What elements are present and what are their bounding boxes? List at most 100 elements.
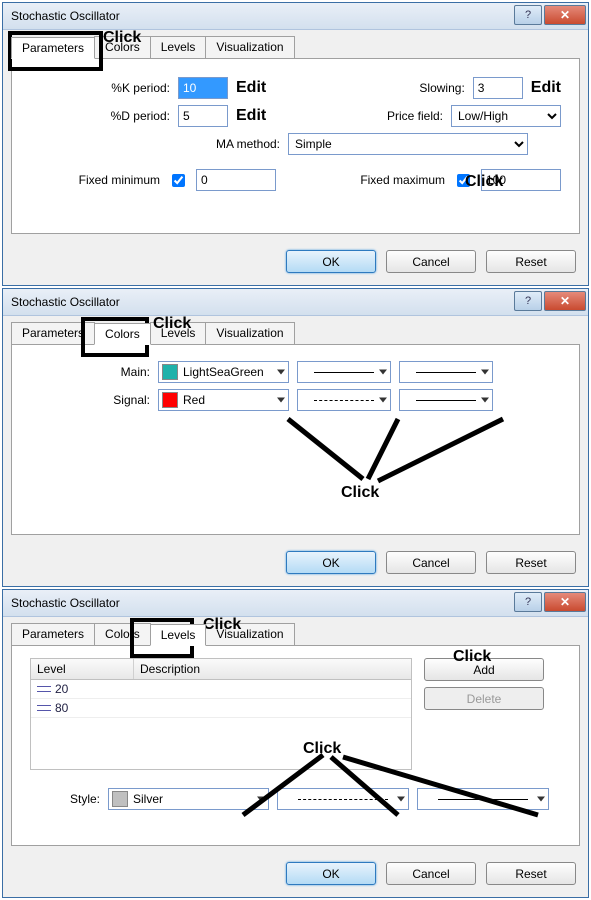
tab-bar: Parameters Colors Levels Visualization	[3, 617, 588, 645]
tab-parameters[interactable]: Parameters	[11, 37, 95, 59]
signal-color-name: Red	[183, 393, 205, 407]
dialog-parameters: Stochastic Oscillator ? ✕ Parameters Col…	[2, 2, 589, 286]
help-button[interactable]: ?	[514, 592, 542, 612]
level-line-icon	[37, 703, 51, 713]
help-button[interactable]: ?	[514, 5, 542, 25]
main-line-width-select[interactable]	[399, 361, 493, 383]
k-period-input[interactable]	[178, 77, 228, 99]
price-field-label: Price field:	[387, 109, 443, 123]
ok-button[interactable]: OK	[286, 551, 376, 574]
main-line-style-select[interactable]	[297, 361, 391, 383]
tab-levels[interactable]: Levels	[150, 322, 207, 344]
tab-bar: Parameters Colors Levels Visualization	[3, 316, 588, 344]
level-desc	[133, 699, 411, 717]
chevron-down-icon	[397, 797, 405, 802]
main-color-label: Main:	[30, 365, 150, 379]
level-column-header: Level	[31, 659, 134, 679]
line-thin-icon	[416, 400, 476, 401]
delete-button[interactable]: Delete	[424, 687, 544, 710]
level-line-icon	[37, 684, 51, 694]
price-field-select[interactable]: Low/High	[451, 105, 561, 127]
table-row[interactable]: 80	[31, 699, 411, 718]
close-button[interactable]: ✕	[544, 592, 586, 612]
cancel-button[interactable]: Cancel	[386, 250, 476, 273]
tab-levels[interactable]: Levels	[150, 624, 207, 646]
dialog-title: Stochastic Oscillator	[11, 9, 120, 23]
tab-parameters[interactable]: Parameters	[11, 322, 95, 344]
tab-colors[interactable]: Colors	[94, 623, 151, 645]
levels-table-header: Level Description	[31, 659, 411, 680]
edit-annotation: Edit	[236, 107, 266, 125]
close-button[interactable]: ✕	[544, 291, 586, 311]
table-row[interactable]: 20	[31, 680, 411, 699]
chevron-down-icon	[379, 370, 387, 375]
ok-button[interactable]: OK	[286, 862, 376, 885]
cancel-button[interactable]: Cancel	[386, 551, 476, 574]
signal-line-width-select[interactable]	[399, 389, 493, 411]
signal-color-label: Signal:	[30, 393, 150, 407]
main-color-name: LightSeaGreen	[183, 365, 264, 379]
line-thin-icon	[416, 372, 476, 373]
level-value: 80	[55, 701, 68, 715]
reset-button[interactable]: Reset	[486, 551, 576, 574]
dialog-colors: Stochastic Oscillator ? ✕ Parameters Col…	[2, 288, 589, 587]
titlebar: Stochastic Oscillator ? ✕	[3, 3, 588, 30]
signal-color-select[interactable]: Red	[158, 389, 289, 411]
tab-parameters[interactable]: Parameters	[11, 623, 95, 645]
colors-panel: Main: LightSeaGreen Signal: Red	[11, 344, 580, 535]
level-desc	[133, 680, 411, 698]
style-label: Style:	[30, 792, 100, 806]
tab-visualization[interactable]: Visualization	[205, 36, 294, 58]
chevron-down-icon	[481, 398, 489, 403]
line-dash-icon	[298, 799, 388, 800]
edit-annotation: Edit	[531, 79, 561, 97]
ma-method-label: MA method:	[30, 137, 280, 151]
tab-levels[interactable]: Levels	[150, 36, 207, 58]
fixed-min-input[interactable]	[196, 169, 276, 191]
main-color-select[interactable]: LightSeaGreen	[158, 361, 289, 383]
fixed-min-label: Fixed minimum	[30, 173, 160, 187]
close-button[interactable]: ✕	[544, 5, 586, 25]
style-line-style-select[interactable]	[277, 788, 409, 810]
style-color-name: Silver	[133, 792, 163, 806]
cancel-button[interactable]: Cancel	[386, 862, 476, 885]
line-thin-icon	[438, 799, 528, 800]
help-button[interactable]: ?	[514, 291, 542, 311]
dialog-title: Stochastic Oscillator	[11, 295, 120, 309]
levels-panel: Level Description 20 80 Add Delete Style…	[11, 645, 580, 846]
fixed-max-input[interactable]	[481, 169, 561, 191]
k-period-label: %K period:	[30, 81, 170, 95]
titlebar: Stochastic Oscillator ? ✕	[3, 289, 588, 316]
main-color-swatch	[162, 364, 178, 380]
ok-button[interactable]: OK	[286, 250, 376, 273]
add-button[interactable]: Add	[424, 658, 544, 681]
tab-visualization[interactable]: Visualization	[205, 322, 294, 344]
dialog-buttons: OK Cancel Reset	[3, 854, 588, 897]
tab-colors[interactable]: Colors	[94, 36, 151, 58]
dialog-buttons: OK Cancel Reset	[3, 242, 588, 285]
description-column-header: Description	[134, 659, 411, 679]
slowing-label: Slowing:	[419, 81, 464, 95]
fixed-min-checkbox[interactable]	[172, 174, 185, 187]
chevron-down-icon	[481, 370, 489, 375]
style-line-width-select[interactable]	[417, 788, 549, 810]
tab-colors[interactable]: Colors	[94, 323, 151, 345]
d-period-label: %D period:	[30, 109, 170, 123]
d-period-input[interactable]	[178, 105, 228, 127]
ma-method-select[interactable]: Simple	[288, 133, 528, 155]
signal-line-style-select[interactable]	[297, 389, 391, 411]
chevron-down-icon	[277, 398, 285, 403]
signal-color-swatch	[162, 392, 178, 408]
style-color-swatch	[112, 791, 128, 807]
fixed-max-checkbox[interactable]	[457, 174, 470, 187]
levels-table[interactable]: Level Description 20 80	[30, 658, 412, 770]
level-value: 20	[55, 682, 68, 696]
reset-button[interactable]: Reset	[486, 862, 576, 885]
titlebar: Stochastic Oscillator ? ✕	[3, 590, 588, 617]
reset-button[interactable]: Reset	[486, 250, 576, 273]
chevron-down-icon	[277, 370, 285, 375]
style-color-select[interactable]: Silver	[108, 788, 269, 810]
edit-annotation: Edit	[236, 79, 266, 97]
slowing-input[interactable]	[473, 77, 523, 99]
tab-visualization[interactable]: Visualization	[205, 623, 294, 645]
